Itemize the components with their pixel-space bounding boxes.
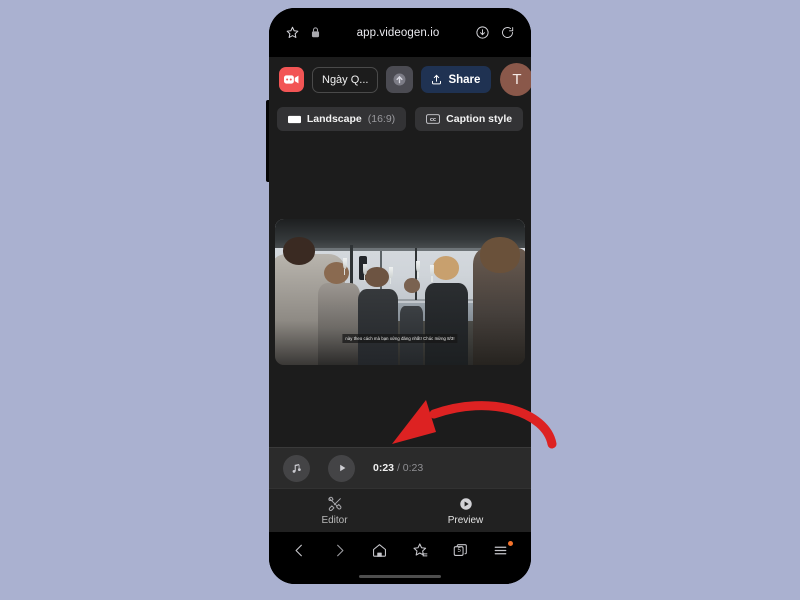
browser-menu-button[interactable] [486, 536, 516, 566]
music-note-icon[interactable] [283, 454, 310, 482]
tab-editor[interactable]: Editor [269, 489, 400, 532]
lock-icon [310, 26, 321, 39]
web-app-viewport: Ngày Q... Share T Landscape (16:9) cc Ca… [269, 57, 531, 532]
caption-style-label: Caption style [446, 113, 513, 125]
time-readout: 0:23 / 0:23 [373, 462, 423, 474]
aspect-ratio-chip[interactable]: Landscape (16:9) [276, 107, 407, 131]
app-toolbar: Ngày Q... Share T [269, 57, 531, 102]
browser-back-button[interactable] [284, 536, 314, 566]
closed-caption-icon: cc [426, 114, 441, 124]
share-button[interactable]: Share [421, 66, 492, 93]
home-indicator[interactable] [359, 575, 441, 578]
time-separator: / [396, 462, 400, 474]
tab-preview[interactable]: Preview [400, 489, 531, 532]
browser-bookmarks-button[interactable] [405, 536, 435, 566]
project-name-chip[interactable]: Ngày Q... [312, 66, 379, 93]
video-frame-image: này theo cách mà bạn xứng đáng nhất! Chú… [275, 218, 525, 365]
menu-notification-dot [507, 540, 513, 546]
upload-icon [430, 73, 443, 86]
browser-home-button[interactable] [365, 536, 395, 566]
download-icon[interactable] [475, 25, 490, 40]
share-button-label: Share [448, 73, 481, 86]
star-outline-icon[interactable] [285, 25, 300, 40]
reload-icon[interactable] [500, 25, 515, 40]
browser-forward-button[interactable] [324, 536, 354, 566]
home-indicator-area [269, 569, 531, 584]
canvas-stage: này theo cách mà bạn xứng đáng nhất! Chú… [269, 136, 531, 447]
browser-tab-count: 5 [457, 548, 461, 554]
player-bar: 0:23 / 0:23 [269, 447, 531, 488]
tab-editor-label: Editor [321, 514, 348, 526]
avatar-initial: T [512, 71, 522, 88]
tab-preview-label: Preview [447, 514, 484, 526]
browser-tabs-button[interactable]: 5 [445, 536, 475, 566]
arrow-up-circle-icon[interactable] [386, 66, 414, 93]
svg-text:cc: cc [430, 117, 436, 123]
total-time: 0:23 [402, 462, 424, 474]
rectangle-landscape-icon [287, 115, 301, 124]
play-circle-icon [458, 496, 474, 512]
canvas-option-row: Landscape (16:9) cc Caption style [269, 102, 531, 136]
avatar[interactable]: T [500, 63, 531, 96]
mode-tab-bar: Editor Preview [269, 488, 531, 532]
aspect-ratio-label: Landscape [306, 113, 362, 125]
aspect-ratio-detail: (16:9) [367, 113, 396, 125]
project-name-label: Ngày Q... [322, 73, 369, 86]
video-camera-icon[interactable] [279, 67, 304, 92]
current-time: 0:23 [373, 462, 395, 474]
video-preview-card[interactable]: này theo cách mà bạn xứng đáng nhất! Chú… [275, 218, 525, 365]
caption-style-chip[interactable]: cc Caption style [415, 107, 524, 131]
phone-screen: app.videogen.io Ngày Q... Share T Landsc… [269, 8, 531, 584]
browser-bottom-nav: 5 [269, 532, 531, 569]
tools-icon [327, 496, 343, 512]
url-text[interactable]: app.videogen.io [331, 27, 465, 39]
phone-device-frame: app.videogen.io Ngày Q... Share T Landsc… [269, 8, 531, 584]
play-button[interactable] [328, 454, 355, 482]
video-caption-overlay: này theo cách mà bạn xứng đáng nhất! Chú… [342, 334, 458, 343]
browser-url-bar: app.videogen.io [269, 8, 531, 57]
